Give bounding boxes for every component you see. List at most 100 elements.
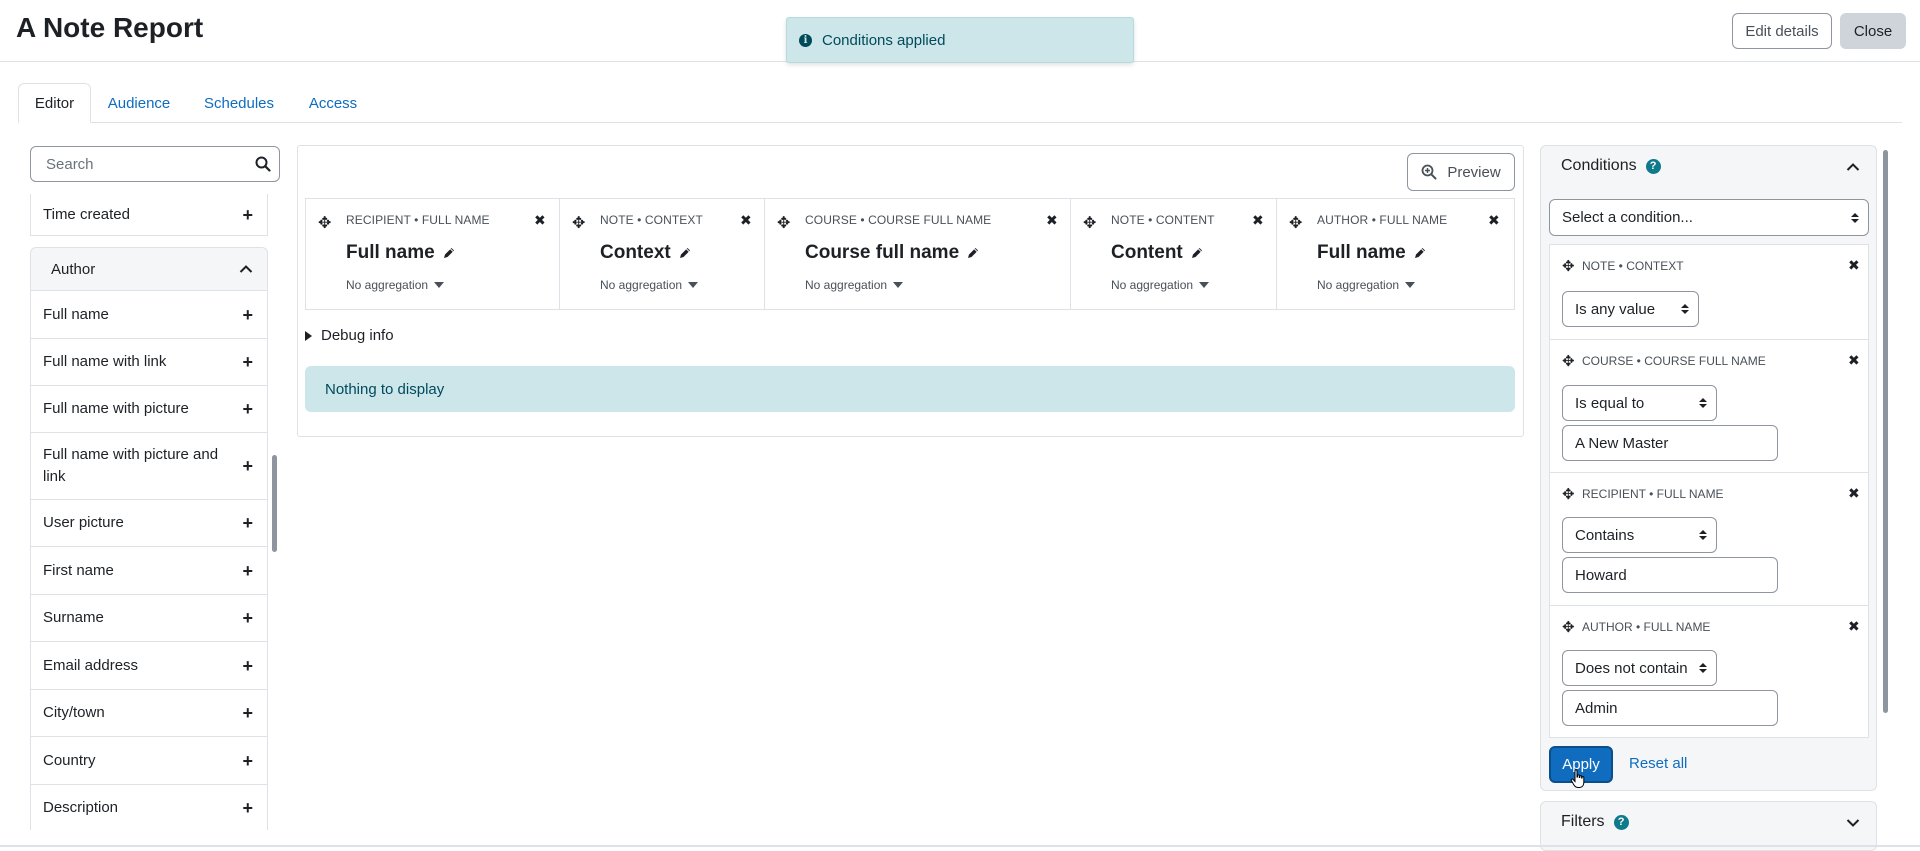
remove-column-icon[interactable]: ✖	[740, 212, 752, 229]
pencil-icon[interactable]	[678, 246, 692, 260]
remove-condition-icon[interactable]: ✖	[1848, 485, 1860, 502]
help-icon[interactable]: ?	[1613, 814, 1629, 830]
search-field[interactable]	[30, 146, 280, 182]
sidebar-item-label: City/town	[43, 704, 105, 721]
remove-condition-icon[interactable]: ✖	[1848, 618, 1860, 635]
chevron-down-icon[interactable]	[1846, 818, 1860, 828]
pencil-icon[interactable]	[1413, 246, 1427, 260]
condition-value-input[interactable]: Admin	[1562, 690, 1778, 726]
move-icon[interactable]: ✥	[572, 213, 585, 233]
edit-details-button[interactable]: Edit details	[1732, 13, 1832, 49]
sidebar-scrollbar[interactable]	[272, 455, 277, 552]
select-arrows-icon	[1699, 398, 1707, 408]
condition-caption: NOTE • CONTEXT	[1582, 259, 1684, 273]
chevron-up-icon	[239, 264, 253, 274]
condition-item: ✥ RECIPIENT • FULL NAME ✖ Contains Howar…	[1550, 473, 1868, 606]
sidebar-item-label: Full name with picture	[43, 400, 189, 417]
sidebar-item-user-picture[interactable]: User picture +	[30, 500, 268, 547]
search-input[interactable]	[44, 154, 255, 174]
column-title[interactable]: Full name	[346, 242, 456, 264]
sidebar-item-surname[interactable]: Surname +	[30, 595, 268, 642]
close-button[interactable]: Close	[1840, 13, 1906, 49]
sidebar-group-author[interactable]: Author	[30, 247, 268, 291]
aggregation-dropdown[interactable]: No aggregation	[1317, 278, 1416, 292]
select-arrows-icon	[1681, 304, 1689, 314]
condition-operator-select[interactable]: Is any value	[1562, 291, 1699, 327]
aggregation-label: No aggregation	[600, 278, 683, 292]
remove-condition-icon[interactable]: ✖	[1848, 257, 1860, 274]
aggregation-label: No aggregation	[805, 278, 888, 292]
sidebar-item-label: Full name with link	[43, 353, 167, 370]
pencil-icon[interactable]	[966, 246, 980, 260]
sidebar-item-full-name-with-picture[interactable]: Full name with picture +	[30, 386, 268, 433]
plus-icon: +	[242, 750, 253, 771]
tab-audience[interactable]: Audience	[99, 83, 179, 123]
tab-editor[interactable]: Editor	[18, 83, 91, 123]
chevron-up-icon[interactable]	[1846, 162, 1860, 172]
column-title-text: Content	[1111, 242, 1183, 263]
sidebar-item-label: User picture	[43, 514, 124, 531]
sidebar-item-full-name-with-picture-and-link[interactable]: Full name with picture and link +	[30, 433, 268, 500]
sidebar-item-full-name[interactable]: Full name +	[30, 291, 268, 339]
plus-icon: +	[242, 655, 253, 676]
condition-operator-select[interactable]: Contains	[1562, 517, 1717, 553]
move-icon[interactable]: ✥	[1562, 618, 1575, 636]
help-icon[interactable]: ?	[1645, 158, 1661, 174]
pencil-icon[interactable]	[1190, 246, 1204, 260]
move-icon[interactable]: ✥	[1083, 213, 1096, 233]
sidebar-item-country[interactable]: Country +	[30, 737, 268, 785]
caret-down-icon	[1199, 282, 1210, 288]
plus-icon: +	[242, 352, 253, 372]
pencil-icon[interactable]	[442, 246, 456, 260]
condition-caption: COURSE • COURSE FULL NAME	[1582, 354, 1766, 368]
conditions-scrollbar[interactable]	[1883, 150, 1888, 713]
debug-info-toggle[interactable]: Debug info	[305, 327, 394, 344]
move-icon[interactable]: ✥	[1562, 485, 1575, 503]
sidebar-item-full-name-with-link[interactable]: Full name with link +	[30, 339, 268, 386]
sidebar-item-city-town[interactable]: City/town +	[30, 690, 268, 737]
remove-column-icon[interactable]: ✖	[1046, 212, 1058, 229]
condition-value-input[interactable]: A New Master	[1562, 425, 1778, 461]
column-title[interactable]: Course full name	[805, 242, 980, 264]
aggregation-dropdown[interactable]: No aggregation	[1111, 278, 1210, 292]
column-title[interactable]: Full name	[1317, 242, 1427, 264]
debug-info-label: Debug info	[321, 327, 394, 344]
condition-caption: AUTHOR • FULL NAME	[1582, 620, 1711, 634]
move-icon[interactable]: ✥	[1289, 213, 1302, 233]
column-title[interactable]: Context	[600, 242, 692, 264]
filters-header[interactable]: Filters ?	[1561, 813, 1629, 831]
preview-button[interactable]: Preview	[1407, 153, 1515, 191]
condition-operator-select[interactable]: Is equal to	[1562, 385, 1717, 421]
report-column: ✥ NOTE • CONTENT ✖ Content No aggregatio…	[1071, 199, 1277, 309]
sidebar-item-email-address[interactable]: Email address +	[30, 642, 268, 690]
move-icon[interactable]: ✥	[1562, 257, 1575, 275]
remove-column-icon[interactable]: ✖	[1488, 212, 1500, 229]
remove-column-icon[interactable]: ✖	[534, 212, 546, 229]
remove-column-icon[interactable]: ✖	[1252, 212, 1264, 229]
sidebar-item-time-created[interactable]: Time created +	[30, 194, 268, 236]
add-condition-select-label: Select a condition...	[1562, 209, 1693, 226]
move-icon[interactable]: ✥	[318, 213, 331, 233]
aggregation-dropdown[interactable]: No aggregation	[805, 278, 904, 292]
column-title[interactable]: Content	[1111, 242, 1204, 264]
sidebar-item-first-name[interactable]: First name +	[30, 547, 268, 595]
move-icon[interactable]: ✥	[1562, 352, 1575, 370]
sidebar-item-label: Full name with picture and link	[43, 446, 219, 485]
report-column: ✥ AUTHOR • FULL NAME ✖ Full name No aggr…	[1277, 199, 1514, 309]
tab-schedules[interactable]: Schedules	[195, 83, 283, 123]
reset-all-link[interactable]: Reset all	[1629, 755, 1687, 772]
condition-operator-label: Is any value	[1575, 300, 1656, 318]
sidebar-item-description[interactable]: Description +	[30, 785, 268, 830]
sidebar-item-label: Surname	[43, 609, 104, 626]
tab-access[interactable]: Access	[300, 83, 366, 123]
aggregation-label: No aggregation	[1317, 278, 1400, 292]
condition-value-input[interactable]: Howard	[1562, 557, 1778, 593]
aggregation-dropdown[interactable]: No aggregation	[600, 278, 699, 292]
remove-condition-icon[interactable]: ✖	[1848, 352, 1860, 369]
search-icon[interactable]	[255, 156, 271, 172]
condition-operator-select[interactable]: Does not contain	[1562, 650, 1717, 686]
sidebar-item-label: Description	[43, 799, 119, 816]
move-icon[interactable]: ✥	[777, 213, 790, 233]
aggregation-dropdown[interactable]: No aggregation	[346, 278, 445, 292]
add-condition-select[interactable]: Select a condition...	[1549, 199, 1869, 236]
